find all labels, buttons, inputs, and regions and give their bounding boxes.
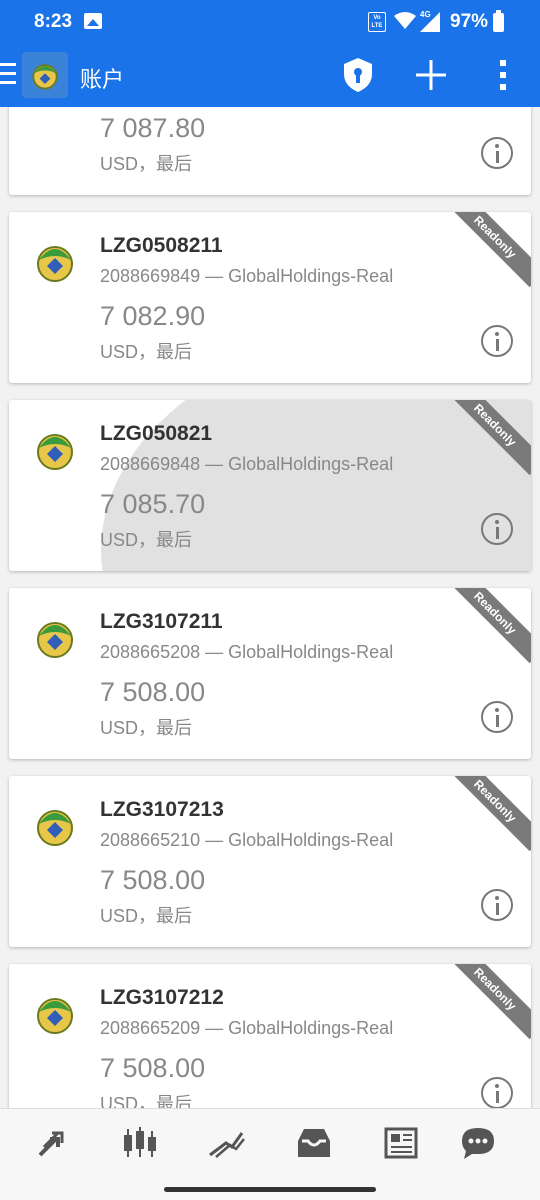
account-server: 2088665208 — GlobalHoldings-Real (100, 642, 394, 662)
account-currency: USD，最后 (100, 342, 193, 362)
account-balance: 7 508.00 (100, 865, 206, 895)
account-card[interactable]: LZG3107213 2088665210 — GlobalHoldings-R… (9, 776, 531, 947)
account-balance: 7 508.00 (100, 677, 206, 707)
wifi-icon (394, 12, 416, 29)
plus-icon[interactable] (412, 56, 450, 94)
readonly-badge: Readonly (444, 588, 531, 664)
account-balance: 7 082.90 (100, 301, 206, 331)
app-bar: 账户 (0, 44, 540, 107)
account-currency: USD，最后 (100, 718, 193, 738)
battery-icon (493, 10, 504, 32)
info-icon[interactable] (481, 1077, 513, 1108)
news-icon[interactable] (378, 1123, 422, 1163)
account-currency: USD，最后 (100, 154, 193, 174)
page-title: 账户 (80, 67, 125, 92)
status-bar: 8:23 Vo LTE 4G 97% (0, 0, 540, 44)
account-balance: 7 085.70 (100, 489, 206, 519)
info-icon[interactable] (481, 325, 513, 357)
account-currency: USD，最后 (100, 1094, 193, 1108)
readonly-badge: Readonly (444, 964, 531, 1040)
account-balance: 7 508.00 (100, 1053, 206, 1083)
account-card[interactable]: 7 087.80 USD，最后 (9, 107, 531, 195)
bottom-navigation (0, 1108, 540, 1200)
readonly-badge: Readonly (444, 400, 531, 476)
info-icon[interactable] (481, 889, 513, 921)
metatrader-logo-icon (37, 810, 73, 846)
more-vertical-icon[interactable] (490, 56, 516, 94)
info-icon[interactable] (481, 137, 513, 169)
info-icon[interactable] (481, 701, 513, 733)
quotes-icon[interactable] (32, 1123, 76, 1163)
account-list[interactable]: 7 087.80 USD，最后 LZG0508211 2088669849 — … (0, 107, 540, 1108)
chat-icon[interactable] (456, 1123, 500, 1163)
readonly-badge: Readonly (444, 776, 531, 852)
readonly-badge: Readonly (444, 212, 531, 288)
account-name: LZG3107213 (100, 798, 224, 821)
account-name: LZG0508211 (100, 234, 223, 257)
network-type-label: 4G (420, 10, 431, 19)
account-currency: USD，最后 (100, 530, 193, 550)
account-server: 2088669848 — GlobalHoldings-Real (100, 454, 394, 474)
info-icon[interactable] (481, 513, 513, 545)
account-balance: 7 087.80 (100, 113, 206, 143)
account-card[interactable]: LZG3107212 2088665209 — GlobalHoldings-R… (9, 964, 531, 1108)
battery-percent: 97% (450, 11, 489, 32)
trade-icon[interactable] (204, 1123, 248, 1163)
account-card[interactable]: LZG0508211 2088669849 — GlobalHoldings-R… (9, 212, 531, 383)
shield-lock-icon[interactable] (340, 56, 376, 94)
account-name: LZG3107211 (100, 610, 223, 633)
menu-icon[interactable] (0, 63, 16, 85)
image-notification-icon (84, 13, 102, 29)
account-name: LZG050821 (100, 422, 213, 445)
account-currency: USD，最后 (100, 906, 193, 926)
metatrader-logo-icon (37, 246, 73, 282)
volte-icon: Vo LTE (368, 12, 386, 32)
account-card-selected[interactable]: LZG050821 2088669848 — GlobalHoldings-Re… (9, 400, 531, 571)
account-server: 2088665210 — GlobalHoldings-Real (100, 830, 394, 850)
status-time: 8:23 (34, 11, 73, 32)
account-server: 2088665209 — GlobalHoldings-Real (100, 1018, 394, 1038)
chart-icon[interactable] (118, 1123, 162, 1163)
home-indicator[interactable] (164, 1187, 376, 1192)
account-card[interactable]: LZG3107211 2088665208 — GlobalHoldings-R… (9, 588, 531, 759)
metatrader-logo-icon (37, 998, 73, 1034)
account-name: LZG3107212 (100, 986, 224, 1009)
history-icon[interactable] (292, 1123, 336, 1163)
metatrader-logo-icon (37, 434, 73, 470)
metatrader-logo-icon (37, 622, 73, 658)
app-logo (22, 52, 68, 98)
account-server: 2088669849 — GlobalHoldings-Real (100, 266, 394, 286)
